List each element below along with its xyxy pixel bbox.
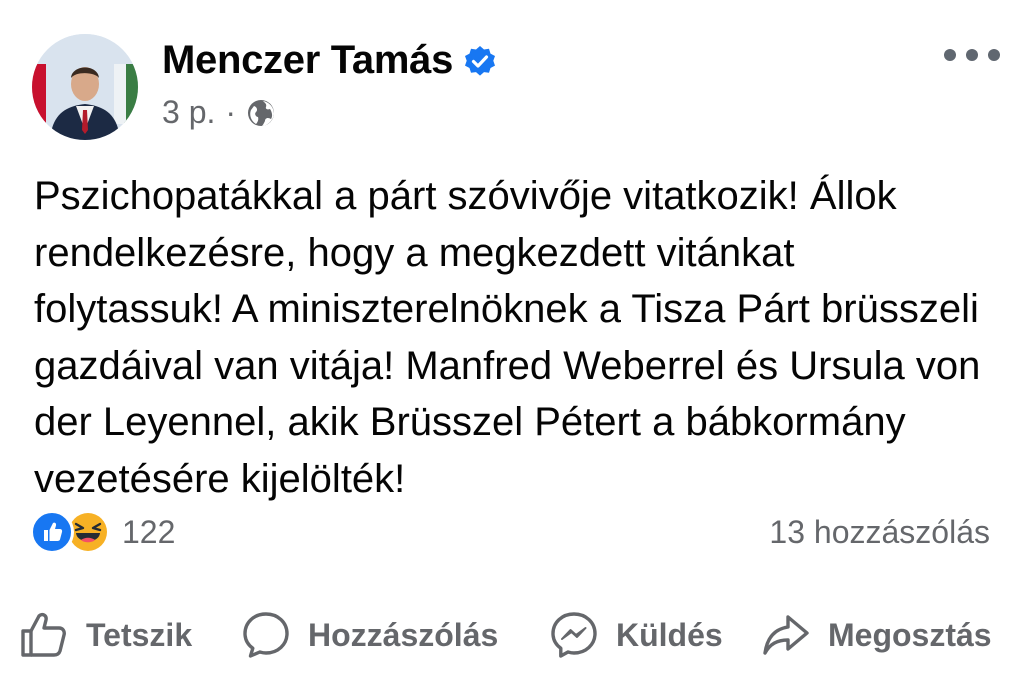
thumbs-up-icon bbox=[18, 609, 70, 661]
like-label: Tetszik bbox=[86, 616, 193, 653]
more-dot-icon bbox=[988, 49, 1000, 61]
like-button[interactable]: Tetszik bbox=[18, 600, 192, 670]
more-dot-icon bbox=[966, 49, 978, 61]
author-name-text[interactable]: Menczer Tamás bbox=[162, 38, 453, 83]
reaction-count[interactable]: 122 bbox=[122, 514, 175, 551]
meta-separator: · bbox=[225, 94, 237, 130]
post-meta: 3 p. · bbox=[162, 94, 276, 131]
globe-icon bbox=[246, 98, 276, 128]
comment-bubble-icon bbox=[240, 609, 292, 661]
like-reaction-icon bbox=[30, 510, 74, 554]
more-dot-icon bbox=[944, 49, 956, 61]
messenger-icon bbox=[548, 609, 600, 661]
author-avatar[interactable] bbox=[32, 34, 138, 140]
post-time[interactable]: 3 p. bbox=[162, 94, 215, 131]
post-action-bar: Tetszik Hozzászólás Küldés Megosztás bbox=[0, 600, 1024, 670]
verified-badge-icon bbox=[463, 44, 497, 78]
reactions-summary[interactable]: 122 bbox=[30, 508, 175, 556]
share-arrow-icon bbox=[760, 609, 812, 661]
send-label: Küldés bbox=[616, 616, 723, 653]
comment-label: Hozzászólás bbox=[308, 616, 499, 653]
more-options-button[interactable] bbox=[944, 40, 1000, 70]
post-text: Pszichopatákkal a párt szóvivője vitatko… bbox=[34, 174, 981, 501]
comment-button[interactable]: Hozzászólás bbox=[240, 600, 498, 670]
avatar-photo bbox=[32, 34, 138, 140]
author-name[interactable]: Menczer Tamás bbox=[162, 38, 497, 83]
share-button[interactable]: Megosztás bbox=[760, 600, 992, 670]
share-label: Megosztás bbox=[828, 616, 992, 653]
comment-count[interactable]: 13 hozzászólás bbox=[769, 514, 990, 551]
send-button[interactable]: Küldés bbox=[548, 600, 723, 670]
